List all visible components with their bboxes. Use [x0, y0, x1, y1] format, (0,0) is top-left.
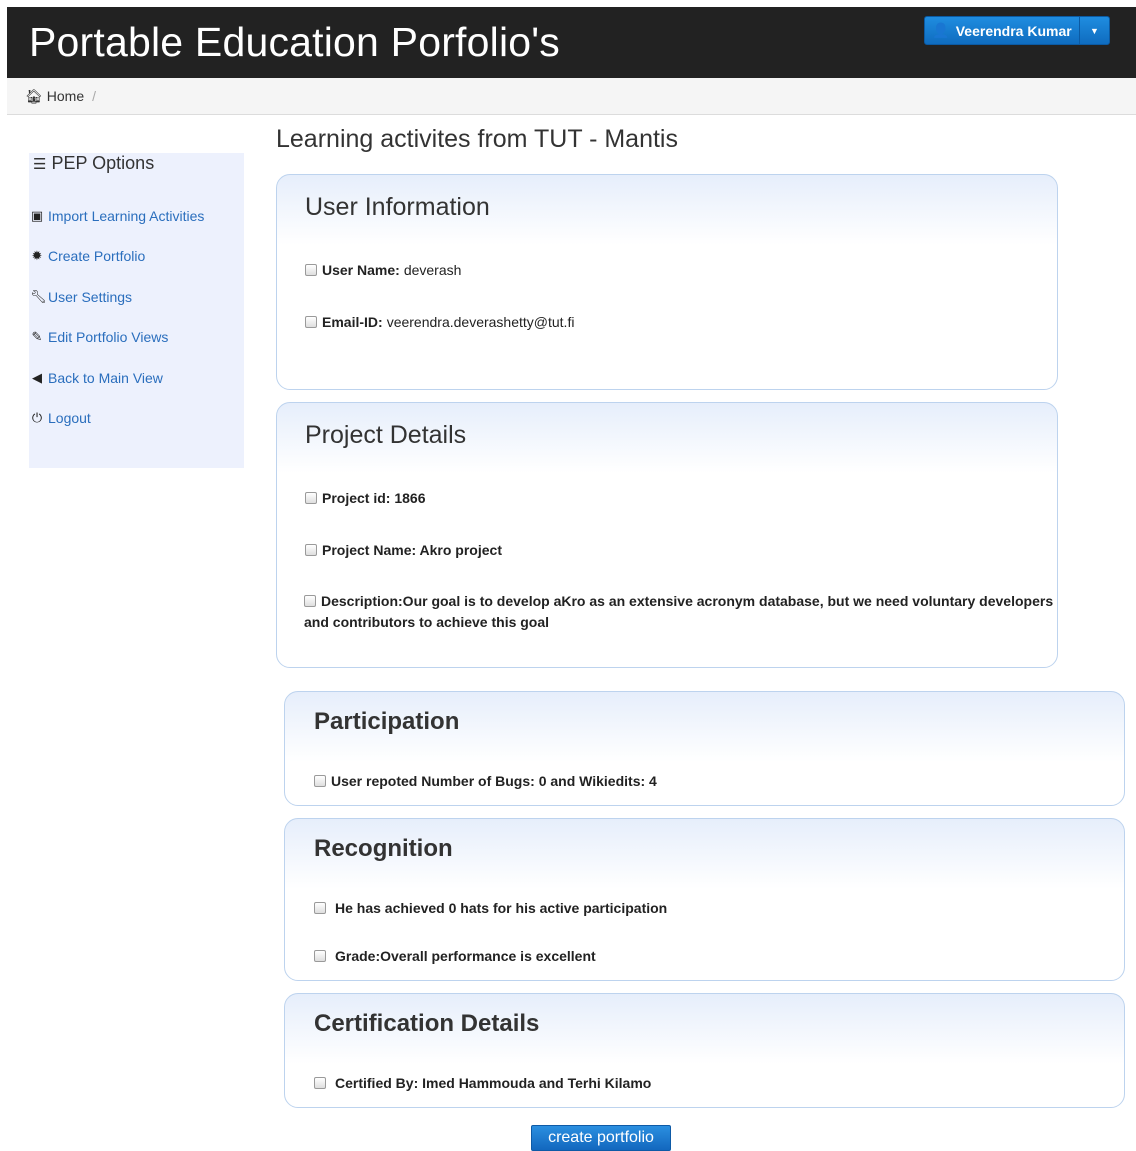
certified-by-checkbox[interactable] — [314, 1077, 326, 1089]
user-name: Veerendra Kumar — [955, 22, 1072, 39]
project-id-field: Project id: 1866 — [305, 490, 426, 506]
project-description-field: Description:Our goal is to develop aKro … — [304, 593, 1054, 630]
home-icon: 🏠︎ — [25, 87, 43, 104]
sidebar-item-logout[interactable]: ⏻ Logout — [30, 410, 91, 426]
app-title: Portable Education Porfolio's — [29, 19, 560, 65]
breadcrumb: 🏠︎ Home / — [7, 78, 1136, 115]
sidebar-item-user-settings[interactable]: 🔧︎ User Settings — [30, 289, 132, 305]
list-icon: ☰ — [33, 156, 47, 173]
hats-field: He has achieved 0 hats for his active pa… — [314, 900, 667, 916]
create-portfolio-button[interactable]: create portfolio — [531, 1125, 671, 1151]
top-navbar: Portable Education Porfolio's 👤 Veerendr… — [7, 7, 1136, 78]
sidebar-item-back[interactable]: ◀ Back to Main View — [30, 370, 163, 386]
power-icon: ⏻ — [31, 410, 43, 425]
recognition-title: Recognition — [314, 835, 453, 862]
user-info-title: User Information — [305, 193, 490, 221]
inbox-icon: ▣ — [30, 208, 44, 223]
project-details-title: Project Details — [305, 421, 467, 449]
grade-field: Grade:Overall performance is excellent — [314, 948, 596, 964]
project-details-panel: Project Details Project id: 1866 Project… — [276, 402, 1058, 668]
certified-by-field: Certified By: Imed Hammouda and Terhi Ki… — [314, 1075, 651, 1091]
edit-icon: ✎ — [31, 329, 43, 344]
project-description-checkbox[interactable] — [304, 595, 316, 607]
email-field: Email-ID: veerendra.deverashetty@tut.fi — [305, 314, 574, 330]
sidebar-item-edit-views[interactable]: ✎ Edit Portfolio Views — [30, 329, 169, 345]
page-title: Learning activites from TUT - Mantis — [276, 125, 678, 153]
username-checkbox[interactable] — [305, 264, 317, 276]
sidebar: ☰ PEP Options ▣ Import Learning Activiti… — [29, 153, 244, 468]
certification-title: Certification Details — [314, 1010, 540, 1037]
user-info-panel: User Information User Name: deverash Ema… — [276, 174, 1058, 390]
participation-checkbox[interactable] — [314, 775, 326, 787]
hats-checkbox[interactable] — [314, 902, 326, 914]
email-checkbox[interactable] — [305, 316, 317, 328]
wrench-icon: 🔧︎ — [30, 289, 47, 304]
grade-checkbox[interactable] — [314, 950, 326, 962]
project-id-checkbox[interactable] — [305, 492, 317, 504]
back-arrow-icon: ◀ — [32, 370, 42, 385]
username-field: User Name: deverash — [305, 262, 461, 278]
project-name-field: Project Name: Akro project — [305, 542, 502, 558]
caret-down-icon[interactable]: ▼ — [1079, 17, 1109, 44]
project-name-checkbox[interactable] — [305, 544, 317, 556]
user-name-button[interactable]: 👤 Veerendra Kumar — [925, 17, 1079, 44]
certificate-icon: ✹ — [31, 248, 43, 263]
participation-field: User repoted Number of Bugs: 0 and Wikie… — [314, 773, 657, 789]
user-menu-button[interactable]: 👤 Veerendra Kumar ▼ — [924, 16, 1110, 45]
sidebar-title: ☰ PEP Options — [33, 153, 155, 173]
participation-panel: Participation User repoted Number of Bug… — [284, 691, 1125, 806]
sidebar-item-create-portfolio[interactable]: ✹ Create Portfolio — [30, 248, 146, 264]
recognition-panel: Recognition He has achieved 0 hats for h… — [284, 818, 1125, 981]
participation-title: Participation — [314, 708, 460, 735]
sidebar-item-import[interactable]: ▣ Import Learning Activities — [30, 208, 205, 224]
user-icon: 👤 — [932, 22, 950, 38]
breadcrumb-home[interactable]: Home — [47, 88, 84, 104]
breadcrumb-separator: / — [92, 88, 97, 104]
certification-panel: Certification Details Certified By: Imed… — [284, 993, 1125, 1108]
